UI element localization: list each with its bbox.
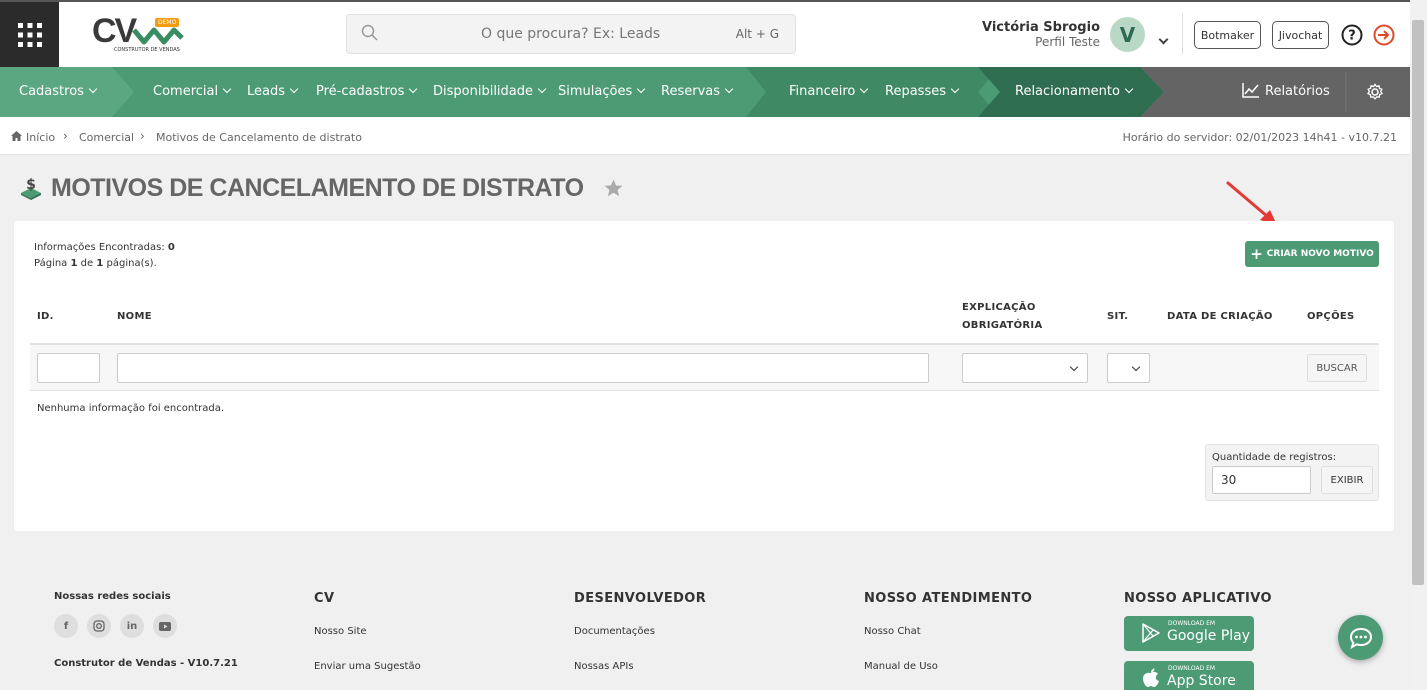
server-time: Horário do servidor: 02/01/2023 14h41 - … <box>1122 131 1397 144</box>
footer-link-manual[interactable]: Manual de Uso <box>864 661 938 672</box>
chart-line-icon <box>1242 83 1259 98</box>
col-explanation-2: OBRIGATÓRIA <box>962 320 1043 331</box>
col-created[interactable]: DATA DE CRIAÇÃO <box>1167 311 1273 322</box>
breadcrumb-home[interactable]: Início <box>26 131 55 144</box>
nav-leads[interactable]: Leads <box>247 67 299 117</box>
nav-repasses[interactable]: Repasses <box>885 67 960 117</box>
chat-bubble-button[interactable] <box>1338 615 1383 660</box>
results-card: Informações Encontradas: 0 Página 1 de 1… <box>14 221 1394 531</box>
apple-icon <box>1143 668 1159 687</box>
info-found: Informações Encontradas: 0 <box>34 242 175 253</box>
page-size-input[interactable]: 30 <box>1212 466 1311 494</box>
instagram-icon[interactable] <box>87 614 111 638</box>
footer-link-site[interactable]: Nosso Site <box>314 626 367 637</box>
nav-pre-cadastros[interactable]: Pré-cadastros <box>316 67 418 117</box>
col-explanation[interactable]: EXPLICAÇÃO <box>962 302 1036 313</box>
user-profile: Perfil Teste <box>1035 35 1100 49</box>
favorite-star-icon[interactable] <box>604 179 623 197</box>
search-icon <box>361 24 378 41</box>
facebook-icon[interactable]: f <box>54 614 78 638</box>
footer-support-title: NOSSO ATENDIMENTO <box>864 591 1033 606</box>
footer-link-suggestion[interactable]: Enviar uma Sugestão <box>314 661 421 672</box>
demo-badge: DEMO <box>155 18 180 27</box>
apps-grid-icon[interactable] <box>0 2 59 67</box>
jivochat-button[interactable]: Jivochat <box>1272 21 1329 49</box>
col-situation[interactable]: SIT. <box>1107 311 1128 322</box>
main-nav: Cadastros Comercial Leads Pré-cadastros … <box>0 67 1410 117</box>
nav-financeiro[interactable]: Financeiro <box>789 67 869 117</box>
breadcrumb-current: Motivos de Cancelamento de distrato <box>156 131 362 144</box>
col-options: OPÇÕES <box>1307 311 1355 322</box>
nav-relatorios[interactable]: Relatórios <box>1242 67 1330 117</box>
avatar[interactable]: V <box>1110 17 1145 52</box>
page-title: MOTIVOS DE CANCELAMENTO DE DISTRATO <box>51 174 584 202</box>
nav-disponibilidade[interactable]: Disponibilidade <box>433 67 547 117</box>
logout-icon[interactable] <box>1373 24 1395 46</box>
create-new-reason-button[interactable]: + CRIAR NOVO MOTIVO <box>1245 241 1379 267</box>
breadcrumb-separator-icon: › <box>63 129 68 143</box>
nav-simulacoes[interactable]: Simulações <box>558 67 646 117</box>
nav-reservas[interactable]: Reservas <box>661 67 734 117</box>
youtube-icon[interactable] <box>153 614 177 638</box>
page-size-label: Quantidade de registros: <box>1212 452 1337 463</box>
google-play-icon <box>1142 623 1160 643</box>
logo-subtitle: CONSTRUTOR DE VENDAS <box>114 47 180 53</box>
app-store-button[interactable]: DOWNLOAD EM App Store <box>1124 661 1254 690</box>
search-shortcut: Alt + G <box>735 27 779 41</box>
svg-text:?: ? <box>1348 29 1356 44</box>
footer-version: Construtor de Vendas - V10.7.21 <box>54 658 238 669</box>
divider <box>1182 14 1183 54</box>
col-id[interactable]: ID. <box>37 311 54 322</box>
social-title: Nossas redes sociais <box>54 591 171 602</box>
footer-link-apis[interactable]: Nossas APIs <box>574 661 634 672</box>
logo[interactable]: CV DEMO CONSTRUTOR DE VENDAS <box>92 12 186 58</box>
settings-gear-icon[interactable] <box>1366 83 1384 101</box>
chevron-down-icon <box>1131 362 1141 372</box>
filter-name-input[interactable] <box>117 353 929 383</box>
page-size-box: Quantidade de registros: 30 EXIBIR <box>1205 444 1379 501</box>
show-button[interactable]: EXIBIR <box>1321 466 1373 494</box>
linkedin-icon[interactable]: in <box>120 614 144 638</box>
footer-cv-title: CV <box>314 591 335 606</box>
breadcrumb-separator-icon: › <box>140 129 145 143</box>
filter-explanation-select[interactable] <box>962 353 1088 383</box>
user-name: Victória Sbrogio <box>981 20 1100 35</box>
breadcrumb: Início › Comercial › Motivos de Cancelam… <box>0 117 1410 155</box>
search-placeholder: O que procura? Ex: Leads <box>481 26 661 42</box>
nav-cadastros[interactable]: Cadastros <box>19 67 98 117</box>
col-name[interactable]: NOME <box>117 311 152 322</box>
breadcrumb-comercial[interactable]: Comercial <box>79 131 134 144</box>
help-icon[interactable]: ? <box>1341 24 1363 46</box>
nav-relacionamento[interactable]: Relacionamento <box>1015 67 1134 117</box>
money-icon: $ <box>21 177 41 200</box>
footer-link-chat[interactable]: Nosso Chat <box>864 626 921 637</box>
footer-app-title: NOSSO APLICATIVO <box>1124 591 1272 606</box>
botmaker-button[interactable]: Botmaker <box>1194 21 1261 49</box>
scrollbar-thumb[interactable] <box>1412 20 1424 585</box>
svg-text:$: $ <box>26 177 36 193</box>
search-input[interactable]: O que procura? Ex: Leads Alt + G <box>346 14 796 54</box>
empty-message: Nenhuma informação foi encontrada. <box>37 403 225 414</box>
nav-comercial[interactable]: Comercial <box>153 67 232 117</box>
footer-dev-title: DESENVOLVEDOR <box>574 591 707 606</box>
filter-id-input[interactable] <box>37 353 100 383</box>
logo-text: CV <box>92 12 137 50</box>
filter-situation-select[interactable] <box>1107 353 1150 383</box>
search-button[interactable]: BUSCAR <box>1307 354 1367 382</box>
page-info: Página 1 de 1 página(s). <box>34 258 157 269</box>
chat-icon <box>1349 627 1372 649</box>
plus-icon: + <box>1250 245 1263 263</box>
home-icon <box>11 131 22 141</box>
chevron-down-icon <box>1069 362 1079 372</box>
google-play-button[interactable]: DOWNLOAD EM Google Play <box>1124 616 1254 651</box>
footer-link-docs[interactable]: Documentações <box>574 626 655 637</box>
